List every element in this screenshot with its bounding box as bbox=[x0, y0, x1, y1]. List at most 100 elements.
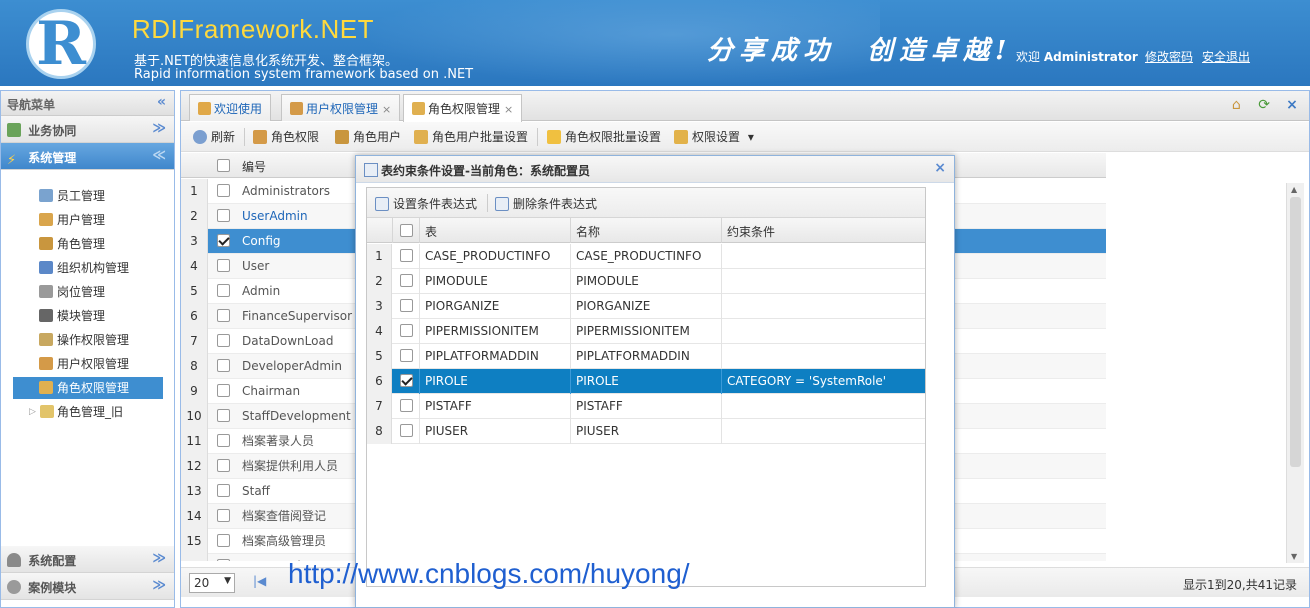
column-divider bbox=[570, 344, 571, 369]
tab-strip: 欢迎使用 用户权限管理 × 角色权限管理 × ⌂ ⟳ × bbox=[181, 91, 1309, 122]
sidebar-item-roles-old[interactable]: ▷ 角色管理_旧 bbox=[29, 401, 123, 423]
select-all-checkbox[interactable] bbox=[217, 159, 230, 172]
scroll-thumb[interactable] bbox=[1290, 197, 1301, 467]
sidebar-item-staff[interactable]: 员工管理 bbox=[35, 185, 105, 207]
row-checkbox[interactable] bbox=[217, 484, 230, 497]
table-row[interactable]: 4 PIPERMISSIONITEM PIPERMISSIONITEM bbox=[367, 319, 925, 344]
scroll-up-icon[interactable]: ▲ bbox=[1291, 185, 1297, 194]
table-row[interactable]: 1 CASE_PRODUCTINFO CASE_PRODUCTINFO bbox=[367, 244, 925, 269]
sidebar-section-system[interactable]: ⚡ 系统管理 ≪ bbox=[1, 143, 174, 170]
row-checkbox[interactable] bbox=[217, 284, 230, 297]
row-checkbox[interactable] bbox=[217, 309, 230, 322]
row-number: 1 bbox=[181, 179, 208, 204]
row-checkbox[interactable] bbox=[217, 559, 230, 561]
row-checkbox[interactable] bbox=[400, 374, 413, 387]
sidebar-section-examples[interactable]: 案例模块 ≫ bbox=[1, 573, 174, 600]
row-checkbox[interactable] bbox=[400, 324, 413, 337]
set-expression-button[interactable]: 设置条件表达式 bbox=[375, 194, 477, 214]
tab-user-permissions[interactable]: 用户权限管理 × bbox=[281, 94, 401, 121]
edit-document-icon bbox=[364, 163, 378, 177]
row-checkbox[interactable] bbox=[217, 184, 230, 197]
role-permission-batch-button[interactable]: 角色权限批量设置 bbox=[547, 127, 661, 147]
sidebar-item-roles[interactable]: 角色管理 bbox=[35, 233, 105, 255]
dropdown-arrow-icon: ▾ bbox=[747, 130, 754, 144]
row-checkbox[interactable] bbox=[400, 249, 413, 262]
sidebar-item-operation-permissions[interactable]: 操作权限管理 bbox=[35, 329, 129, 351]
row-checkbox[interactable] bbox=[217, 259, 230, 272]
row-checkbox[interactable] bbox=[400, 349, 413, 362]
row-checkbox[interactable] bbox=[400, 299, 413, 312]
row-checkbox[interactable] bbox=[217, 434, 230, 447]
table-row[interactable]: 8 PIUSER PIUSER bbox=[367, 419, 925, 444]
change-password-link[interactable]: 修改密码 bbox=[1145, 48, 1193, 65]
tab-close-icon[interactable]: × bbox=[382, 103, 391, 116]
tab-welcome[interactable]: 欢迎使用 bbox=[189, 94, 272, 121]
row-checkbox[interactable] bbox=[400, 424, 413, 437]
table-cell: CASE_PRODUCTINFO bbox=[425, 249, 551, 263]
pager-info: 显示1到20,共41记录 bbox=[1183, 578, 1297, 592]
table-row[interactable]: 5 PIPLATFORMADDIN PIPLATFORMADDIN bbox=[367, 344, 925, 369]
scroll-down-icon[interactable]: ▼ bbox=[1291, 552, 1297, 561]
sidebar-section-business[interactable]: 业务协同 ≫ bbox=[1, 116, 174, 143]
expand-arrow-icon[interactable]: ▷ bbox=[29, 401, 36, 423]
column-divider bbox=[721, 294, 722, 319]
collapse-sidebar-icon[interactable]: « bbox=[157, 94, 166, 110]
tab-role-permissions[interactable]: 角色权限管理 × bbox=[403, 94, 523, 122]
sidebar-section-config[interactable]: 系统配置 ≫ bbox=[1, 546, 174, 573]
role-code-cell: UserAdmin bbox=[242, 209, 308, 223]
role-code-cell: 档案提供利用人员 bbox=[242, 459, 339, 473]
refresh-icon[interactable]: ⟳ bbox=[1255, 97, 1273, 113]
table-row[interactable]: 7 PISTAFF PISTAFF bbox=[367, 394, 925, 419]
table-row[interactable]: 3 PIORGANIZE PIORGANIZE bbox=[367, 294, 925, 319]
chevron-down-icon: ≫ bbox=[152, 551, 166, 566]
row-number: 4 bbox=[367, 319, 392, 344]
sidebar-item-modules[interactable]: 模块管理 bbox=[35, 305, 105, 327]
grid-scrollbar[interactable]: ▲ ▼ bbox=[1286, 183, 1304, 563]
role-user-batch-button[interactable]: 角色用户批量设置 bbox=[414, 127, 528, 147]
role-user-button[interactable]: 角色用户 bbox=[335, 127, 401, 147]
row-checkbox[interactable] bbox=[217, 509, 230, 522]
row-checkbox[interactable] bbox=[217, 209, 230, 222]
current-username: Administrator bbox=[1043, 50, 1138, 64]
row-checkbox[interactable] bbox=[217, 409, 230, 422]
row-checkbox[interactable] bbox=[217, 359, 230, 372]
page-size-select[interactable]: 20 ▼ bbox=[189, 573, 235, 593]
sidebar-item-positions[interactable]: 岗位管理 bbox=[35, 281, 105, 303]
column-divider bbox=[570, 319, 571, 344]
row-checkbox[interactable] bbox=[217, 459, 230, 472]
lightning-icon: ⚡ bbox=[7, 153, 17, 168]
row-checkbox[interactable] bbox=[217, 334, 230, 347]
row-checkbox[interactable] bbox=[400, 399, 413, 412]
sidebar-item-organization[interactable]: 组织机构管理 bbox=[35, 257, 129, 279]
sidebar-item-role-permissions[interactable]: 角色权限管理 bbox=[13, 377, 163, 399]
sidebar-section-label: 系统配置 bbox=[28, 554, 77, 568]
row-checkbox[interactable] bbox=[217, 534, 230, 547]
table-row[interactable]: 6 PIROLE PIROLE CATEGORY = 'SystemRole' bbox=[367, 369, 925, 394]
refresh-icon bbox=[193, 130, 207, 144]
select-all-checkbox[interactable] bbox=[400, 224, 413, 237]
column-divider bbox=[721, 344, 722, 369]
refresh-button[interactable]: 刷新 bbox=[193, 127, 235, 147]
permission-settings-button[interactable]: 权限设置 ▾ bbox=[674, 127, 754, 147]
row-checkbox[interactable] bbox=[400, 274, 413, 287]
logout-link[interactable]: 安全退出 bbox=[1202, 48, 1250, 65]
role-permission-button[interactable]: 角色权限 bbox=[253, 127, 319, 147]
sidebar-item-user-permissions[interactable]: 用户权限管理 bbox=[35, 353, 129, 375]
close-all-icon[interactable]: × bbox=[1283, 97, 1301, 113]
edit-icon bbox=[375, 197, 389, 211]
button-label: 角色权限批量设置 bbox=[565, 130, 662, 144]
row-checkbox[interactable] bbox=[217, 234, 230, 247]
delete-expression-button[interactable]: 删除条件表达式 bbox=[495, 194, 597, 214]
sidebar-item-users[interactable]: 用户管理 bbox=[35, 209, 105, 231]
row-checkbox[interactable] bbox=[217, 384, 230, 397]
role-icon bbox=[39, 237, 53, 250]
sidebar-item-label: 员工管理 bbox=[57, 189, 106, 203]
sidebar-title-label: 导航菜单 bbox=[7, 98, 56, 112]
name-cell: CASE_PRODUCTINFO bbox=[576, 249, 702, 263]
page-size-value: 20 bbox=[194, 576, 210, 590]
table-row[interactable]: 2 PIMODULE PIMODULE bbox=[367, 269, 925, 294]
first-page-icon[interactable]: |◀ bbox=[253, 574, 266, 588]
tab-close-icon[interactable]: × bbox=[504, 103, 513, 116]
dialog-close-button[interactable]: × bbox=[934, 160, 946, 176]
home-icon[interactable]: ⌂ bbox=[1227, 97, 1245, 113]
